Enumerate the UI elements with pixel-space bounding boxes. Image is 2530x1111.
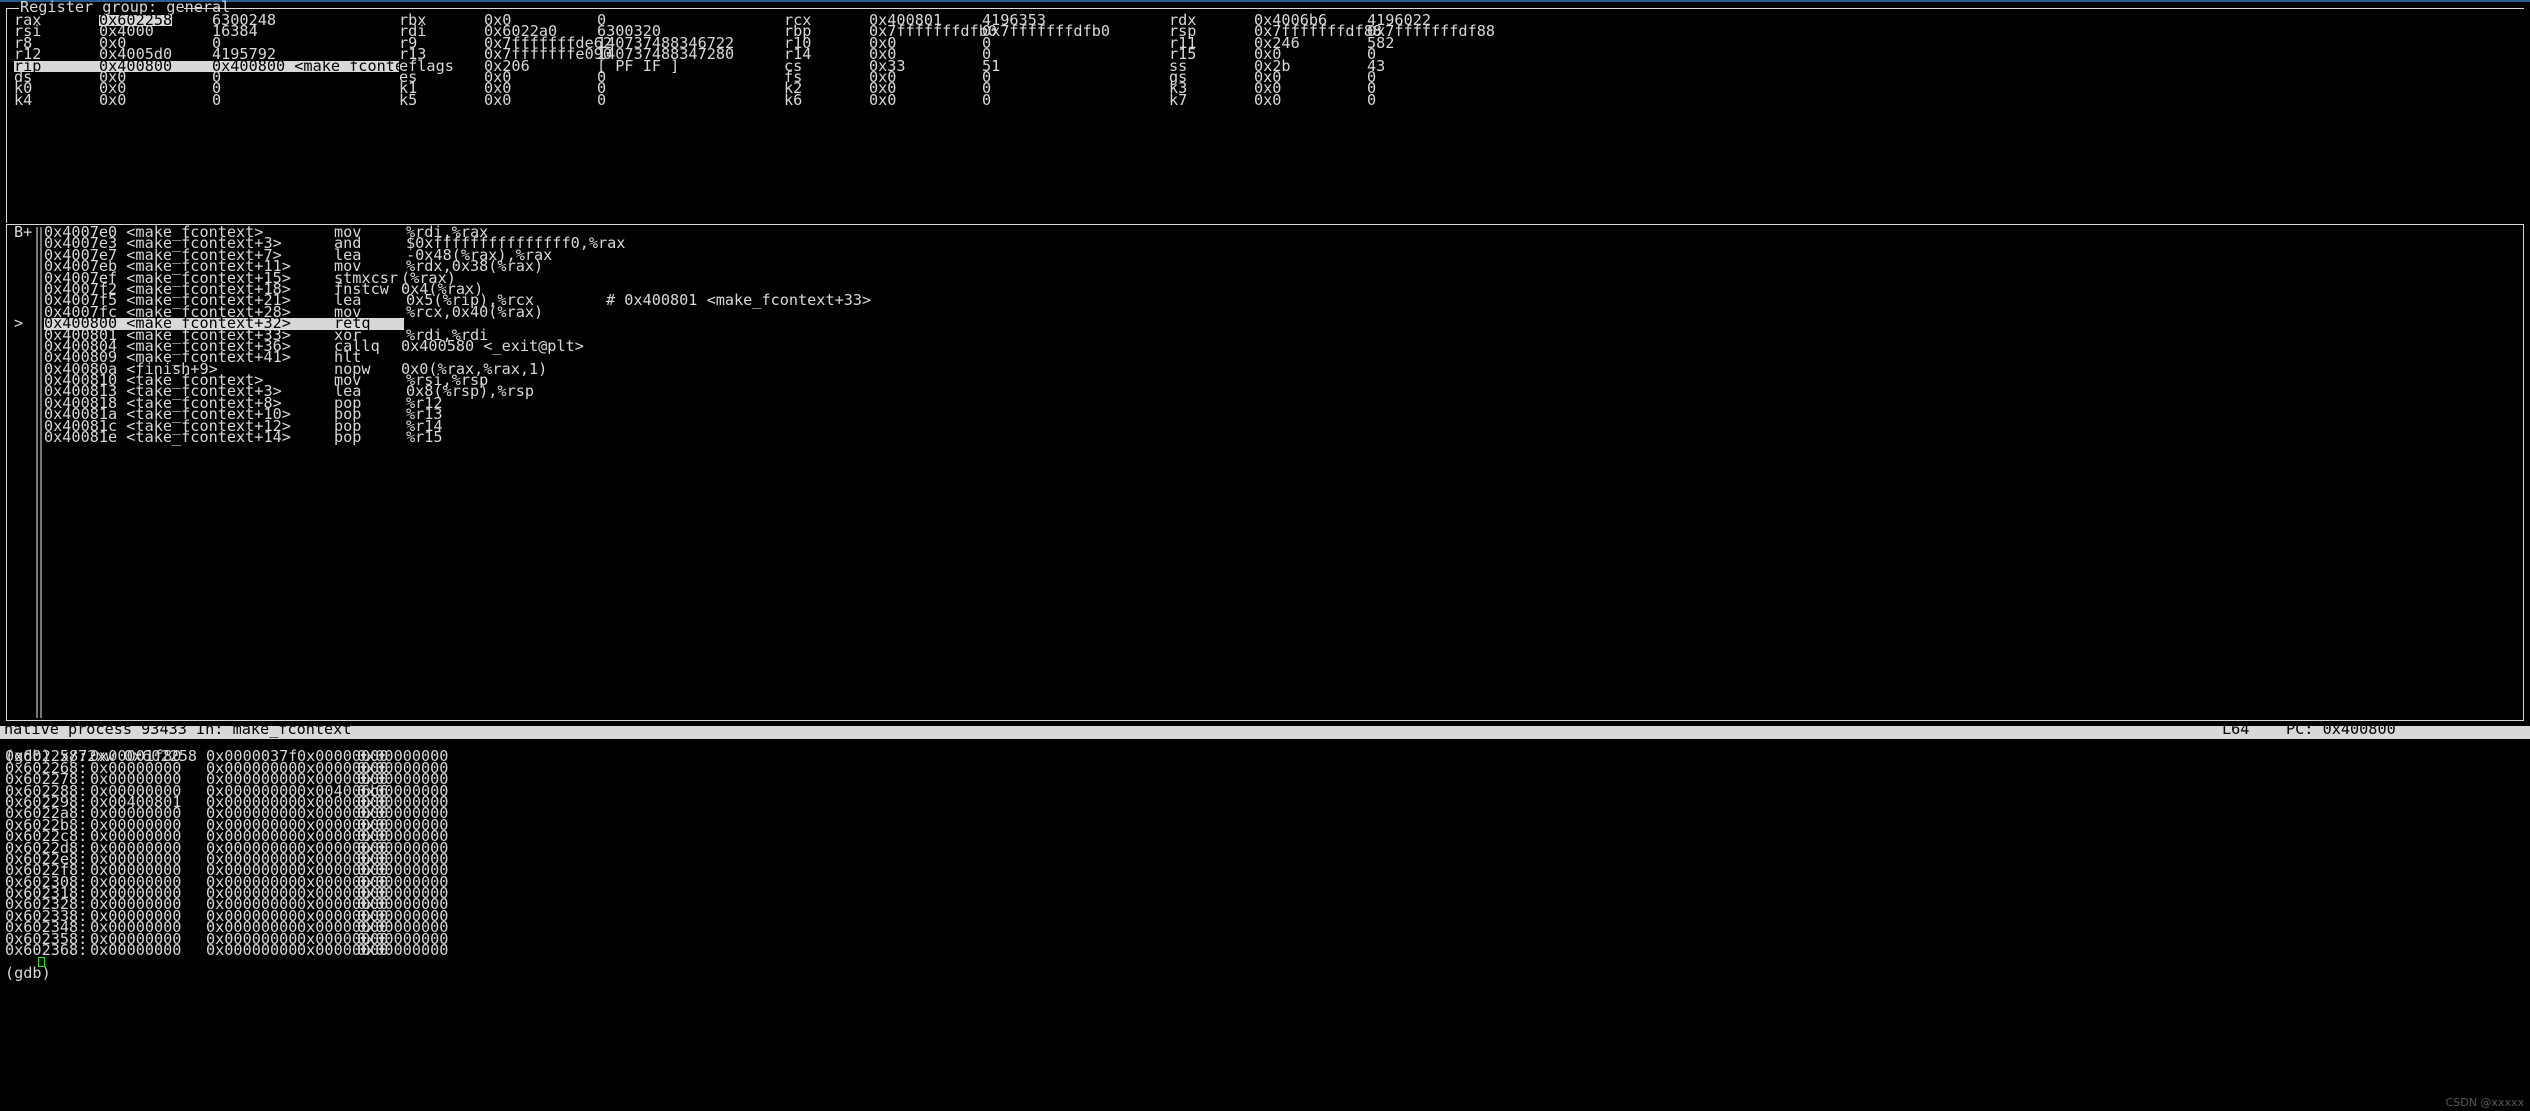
text-cursor[interactable] [38,957,45,968]
register-hex-k4: 0x0 [99,90,127,109]
register-dec-k6: 0 [982,90,992,109]
disassembly-line[interactable]: 0x400818 <take_fcontext+8> pop %r12 [6,395,2524,411]
status-bar-location-info: L64 PC: 0x400800 [2222,720,2396,738]
disassembly-line[interactable]: 0x40081c <take_fcontext+12> pop %r14 [6,418,2524,434]
register-name-k4: k4 [14,90,33,109]
memory-address: 0x602368: [5,941,88,960]
disassembly-line[interactable]: 0x400804 <make_fcontext+36> callq 0x400580… [6,336,2524,355]
status-bar-process-info: native process 93433 In: make_fcontext [4,720,352,738]
register-box-border-left [6,8,7,223]
disassembly-address: 0x40081e <take_fcontext+14> [44,428,291,447]
disassembly-comment: # 0x400801 <make_fcontext+33> [606,291,872,310]
memory-dump-rows: 0x602258: 0x00001f80 0x0000037f 0x00000000 0… [0,749,2530,960]
memory-word: 0x00000000 [206,941,298,960]
disassembly-line[interactable]: 0x400813 <take_fcontext+3> lea 0x8(%rsp),%… [6,384,2524,400]
register-dec-rbp: 0x7fffffffdfb0 [982,22,1111,41]
register-name-k7: k7 [1169,90,1188,109]
gdb-command-area[interactable]: (gdb) x/72xw 0x602258 0x602258: 0x00001f8… [0,740,2530,1111]
register-row: k4 0x0 0 k5 0x0 0 k6 0x0 0 k7 0x0 0 [14,90,2524,109]
disassembly-box-border-top [6,224,2524,225]
disassembly-line[interactable]: 0x400801 <make_fcontext+33> xor %rdi,%rdi [6,327,2524,343]
register-dec-k5: 0 [597,90,607,109]
status-bar: native process 93433 In: make_fcontext L… [0,720,2530,739]
disassembly-operands: %rcx,0x40(%rax) [406,302,544,321]
disassembly-line[interactable]: 0x40080a <finish+9> nopw 0x0(%rax,%rax,1) [6,361,2524,377]
gdb-prompt-label: (gdb) [5,963,51,982]
register-hex-k5: 0x0 [484,90,512,109]
disassembly-line[interactable]: 0x4007e3 <make_fcontext+3> and $0xffffffff… [6,236,2524,252]
disassembly-mnemonic: pop [334,428,362,447]
disassembly-box-border-bottom [6,720,2524,721]
disassembly-line[interactable]: 0x4007f2 <make_fcontext+18> fnstcw 0x4(%ra… [6,281,2524,297]
register-rows: rax 0x602258 6300248 rbx 0x0 0 rcx 0x400801 4196… [14,12,2524,109]
disassembly-line[interactable]: 0x400809 <make_fcontext+41> hlt [6,349,2524,365]
memory-word: 0x00000000 [357,941,449,960]
disassembly-line[interactable]: 0x400810 <take_fcontext> mov %rsi,%rsp [6,372,2524,388]
register-dec-k7: 0 [1367,90,1377,109]
disassembly-line[interactable]: 0x40081a <take_fcontext+10> pop %r13 [6,406,2524,422]
disassembly-line[interactable]: 0x4007fc <make_fcontext+28> mov %rcx,0x40(… [6,302,2524,321]
terminal-screen: Register group: general rax 0x602258 63002… [0,0,2530,1111]
register-window[interactable]: Register group: general rax 0x602258 63002… [6,0,2524,223]
register-box-border-top-left [6,8,19,9]
disassembly-operands: 0x400580 <_exit@plt> [401,336,584,355]
register-hex-k6: 0x0 [869,90,897,109]
memory-word: 0x00000000 [90,941,182,960]
watermark-label: CSDN @xxxxx [2445,1095,2524,1109]
register-dec-k4: 0 [212,90,222,109]
disassembly-window[interactable]: B+ 0x4007e0 <make_fcontext> mov %rdi,%rax 0x… [6,224,2524,721]
breakpoint-marker: B+ [14,223,33,241]
disassembly-line[interactable]: 0x4007e7 <make_fcontext+7> lea -0x48(%rax)… [6,247,2524,263]
register-name-k6: k6 [784,90,803,109]
register-hex-k7: 0x0 [1254,90,1282,109]
disassembly-line[interactable]: 0x40081e <take_fcontext+14> pop %r15 [6,428,2524,447]
disassembly-lines: B+ 0x4007e0 <make_fcontext> mov %rdi,%rax 0x… [6,223,2524,447]
gdb-prompt-row[interactable]: (gdb) [0,956,2530,981]
current-line-marker: > [14,314,24,333]
disassembly-line[interactable]: >0x400800 <make_fcontext+32> retq [6,314,2524,333]
disassembly-operands: %r15 [406,428,443,447]
disassembly-line[interactable]: B+ 0x4007e0 <make_fcontext> mov %rdi,%rax [6,223,2524,241]
register-box-border-top-right [184,8,2524,9]
disassembly-line[interactable]: 0x4007f5 <make_fcontext+21> lea 0x5(%rip),… [6,291,2524,310]
window-top-accent [0,0,2530,2]
memory-dump-row: 0x602368: 0x00000000 0x00000000 0x00000000 0… [0,941,2530,960]
register-name-k5: k5 [399,90,418,109]
register-dec-eflags: [ PF IF ] [597,56,680,75]
